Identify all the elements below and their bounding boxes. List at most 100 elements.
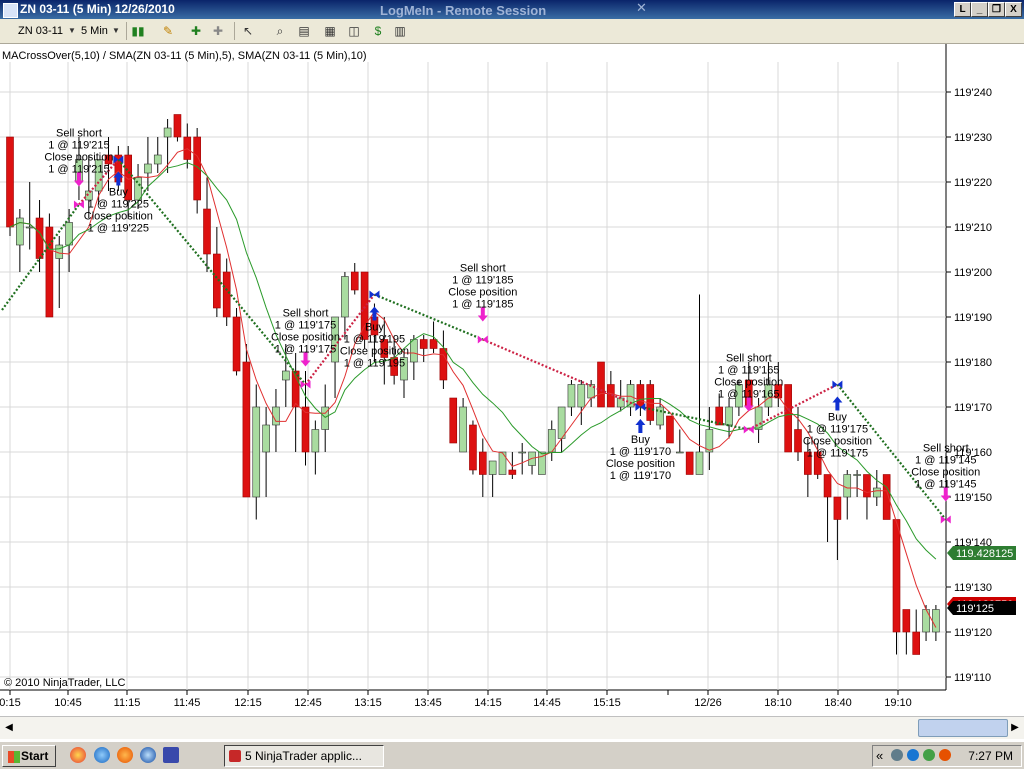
data-box-icon[interactable]: ▦ — [322, 23, 338, 39]
pencil-icon[interactable]: ✎ — [160, 23, 176, 39]
x-tick-label: 11:45 — [174, 697, 201, 709]
signal-label: Close position — [340, 346, 409, 358]
candle-body — [429, 339, 438, 349]
candle-body — [508, 469, 517, 475]
candle-body — [163, 127, 172, 138]
y-tick-label: 119'180 — [954, 357, 992, 369]
add-indicator-icon[interactable]: ✚ — [188, 23, 204, 39]
candle-body — [557, 406, 566, 439]
taskbar: Start 5 NinjaTrader applic... « 7:27 PM — [0, 741, 1024, 769]
candle-body — [410, 339, 418, 363]
signal-label: Close position — [271, 332, 340, 344]
toolbar-separator — [126, 22, 127, 40]
x-tick-label: 10:45 — [54, 697, 82, 709]
chart-panel[interactable]: 119'240 119'230 119'220 119'210 119'200 119'1… — [0, 44, 1024, 716]
y-tick-label: 119'150 — [954, 492, 992, 504]
signal-label: Buy — [365, 322, 384, 334]
candle-body — [932, 609, 940, 633]
signal-label: Close position — [714, 377, 783, 389]
template-icon[interactable]: ▥ — [392, 23, 408, 39]
strategy-icon[interactable]: ✚ — [210, 23, 226, 39]
scroll-thumb[interactable] — [918, 719, 1008, 737]
windows-logo-icon — [8, 751, 20, 763]
chevron-down-icon[interactable]: ▼ — [64, 23, 80, 39]
chart-style-icon[interactable]: ▮▮ — [130, 23, 146, 39]
minimize-button[interactable]: _ — [971, 2, 988, 17]
app-icon — [3, 3, 18, 18]
signal-label: 1 @ 119'225 — [88, 223, 149, 235]
scroll-left-icon[interactable]: ◀ — [2, 721, 16, 735]
signal-label: Close position — [803, 436, 872, 448]
candle-body — [242, 361, 251, 498]
firefox-icon[interactable] — [117, 747, 133, 763]
logmein-icon[interactable] — [939, 749, 951, 761]
chart-trader-icon[interactable]: ◫ — [346, 23, 362, 39]
zoom-icon[interactable]: ⌕ — [272, 23, 288, 39]
chevron-down-icon[interactable]: ▼ — [108, 23, 124, 39]
signal-label: 1 @ 119'165 — [718, 389, 779, 401]
chrome-icon[interactable] — [70, 747, 86, 763]
price-marker-label: 119'125 — [956, 603, 994, 615]
clock: 7:27 PM — [968, 749, 1013, 763]
volume-icon[interactable] — [907, 749, 919, 761]
candle-body — [853, 474, 861, 476]
tray-expand-icon[interactable]: « — [876, 748, 883, 763]
x-tick-label: 0:15 — [0, 697, 21, 709]
app-shortcut-icon[interactable] — [163, 747, 179, 763]
y-tick-label: 119'130 — [954, 582, 992, 594]
signal-label: 1 @ 119'170 — [610, 446, 671, 458]
instrument-selector[interactable]: ZN 03-11 — [18, 23, 63, 39]
signal-label: Close position — [606, 458, 675, 470]
candle-body — [262, 424, 270, 453]
properties-icon[interactable]: ▤ — [296, 23, 312, 39]
signal-label: 1 @ 119'185 — [452, 299, 513, 311]
y-tick-label: 119'220 — [954, 177, 992, 189]
horizontal-scrollbar[interactable]: ◀ ▶ — [0, 716, 1024, 739]
scroll-right-icon[interactable]: ▶ — [1008, 721, 1022, 735]
restore-button[interactable]: ❐ — [988, 2, 1005, 17]
candle-body — [518, 451, 527, 454]
price-chart[interactable]: 119'240 119'230 119'220 119'210 119'200 119'1… — [0, 44, 1024, 716]
candle-body — [153, 154, 162, 165]
network-icon[interactable] — [891, 749, 903, 761]
candle-body — [794, 429, 802, 453]
x-tick-label: 14:15 — [474, 697, 502, 709]
close-button[interactable]: X — [1005, 2, 1022, 17]
candle-body — [301, 406, 310, 453]
dollar-icon[interactable]: $ — [370, 23, 386, 39]
candle-body — [222, 271, 231, 318]
signal-label: 1 @ 119'170 — [610, 470, 671, 482]
l-button[interactable]: L — [954, 2, 971, 17]
candle-body — [833, 496, 842, 520]
candle-body — [872, 487, 881, 498]
candle-body — [892, 519, 901, 633]
signal-label: 1 @ 119'215 — [48, 140, 109, 152]
candle-body — [449, 397, 458, 444]
interval-selector[interactable]: 5 Min — [81, 23, 108, 39]
candle-body — [912, 631, 921, 655]
signal-label: Sell short — [56, 128, 102, 140]
security-icon[interactable] — [923, 749, 935, 761]
signal-label: 1 @ 119'195 — [344, 358, 405, 370]
candle-body — [922, 609, 930, 633]
taskbar-ninjatrader-button[interactable]: 5 NinjaTrader applic... — [224, 745, 384, 767]
remote-close-icon[interactable]: ✕ — [636, 0, 647, 16]
candle-body — [281, 370, 290, 381]
candle-body — [636, 384, 645, 408]
signal-label: 1 @ 119'175 — [807, 448, 868, 460]
signal-label: 1 @ 119'175 — [807, 424, 868, 436]
candle-body — [203, 208, 211, 255]
x-tick-label: 18:40 — [824, 697, 852, 709]
candle-body — [311, 429, 320, 453]
thunderbird-icon[interactable] — [140, 747, 156, 763]
cursor-icon[interactable]: ↖ — [240, 23, 256, 39]
candle-body — [478, 451, 487, 475]
x-tick-label: 11:15 — [114, 697, 141, 709]
ninjatrader-icon — [229, 750, 241, 762]
internet-explorer-icon[interactable] — [94, 747, 110, 763]
title-bar: ZN 03-11 (5 Min) 12/26/2010 LogMeIn - Re… — [0, 0, 1024, 19]
x-tick-label: 12:15 — [234, 697, 262, 709]
x-tick-label: 18:10 — [764, 697, 792, 709]
signal-label: Sell short — [923, 443, 969, 455]
candle-body — [341, 276, 349, 318]
